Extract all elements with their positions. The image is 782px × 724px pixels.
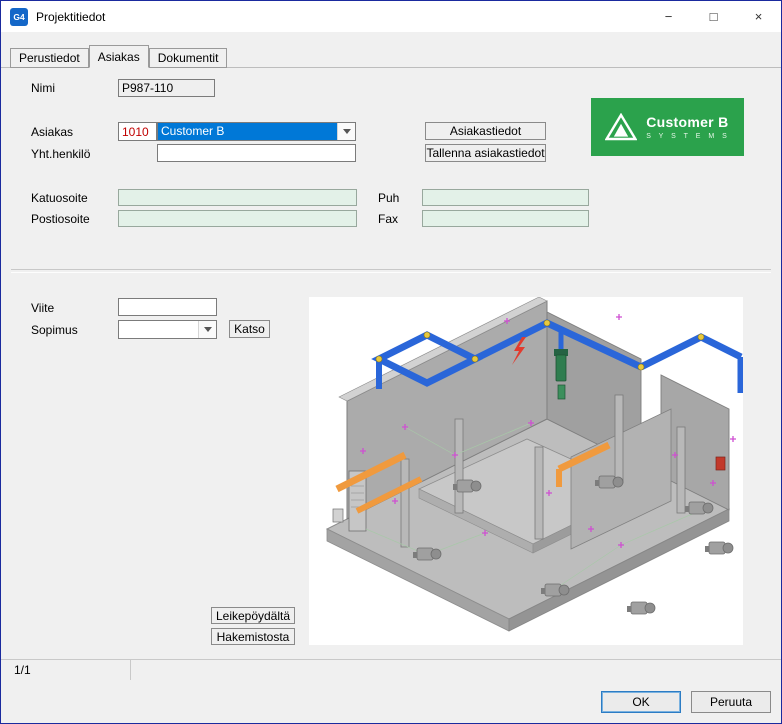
status-page-indicator: 1/1 <box>1 660 131 680</box>
nimi-label: Nimi <box>31 81 55 95</box>
title-bar[interactable]: G4 Projektitiedot − □ × <box>1 1 781 32</box>
logo-name: Customer B <box>646 114 730 130</box>
katuosoite-label: Katuosoite <box>31 191 88 205</box>
status-bar: 1/1 <box>1 659 781 680</box>
close-icon[interactable]: × <box>736 1 781 32</box>
chevron-down-icon[interactable] <box>198 321 216 338</box>
postiosoite-input[interactable] <box>118 210 357 227</box>
asiakas-selected-value: Customer B <box>158 123 337 140</box>
cancel-button[interactable]: Peruuta <box>691 691 771 713</box>
asiakastiedot-button[interactable]: Asiakastiedot <box>425 122 546 140</box>
sopimus-label: Sopimus <box>31 323 78 337</box>
asiakas-code-input[interactable] <box>118 122 157 141</box>
tab-asiakas[interactable]: Asiakas <box>89 45 149 68</box>
sopimus-selected-value <box>119 321 198 338</box>
3d-cad-image <box>309 297 743 645</box>
puh-input[interactable] <box>422 189 589 206</box>
maximize-icon[interactable]: □ <box>691 1 736 32</box>
asiakas-combobox[interactable]: Customer B <box>157 122 356 141</box>
dialog-projektitiedot: G4 Projektitiedot − □ × Perustiedot Asia… <box>0 0 782 724</box>
tab-dokumentit[interactable]: Dokumentit <box>149 48 228 68</box>
logo-text: Customer B S Y S T E M S <box>646 114 730 140</box>
viite-label: Viite <box>31 301 54 315</box>
postiosoite-label: Postiosoite <box>31 212 90 226</box>
app-icon-text: G4 <box>13 12 24 22</box>
fax-input[interactable] <box>422 210 589 227</box>
window-controls: − □ × <box>646 1 781 32</box>
tallenna-asiakastiedot-button[interactable]: Tallenna asiakastiedot <box>425 144 546 162</box>
leikepoydalta-button[interactable]: Leikepöydältä <box>211 607 295 624</box>
project-3d-preview <box>309 297 743 645</box>
minimize-icon[interactable]: − <box>646 1 691 32</box>
puh-label: Puh <box>378 191 399 205</box>
katso-button[interactable]: Katso <box>229 320 270 338</box>
chevron-down-icon[interactable] <box>337 123 355 140</box>
hakemistosta-button[interactable]: Hakemistosta <box>211 628 295 645</box>
logo-subtitle: S Y S T E M S <box>646 133 730 140</box>
sopimus-combobox[interactable] <box>118 320 217 339</box>
mountain-triangle-icon <box>605 113 637 141</box>
ok-button[interactable]: OK <box>601 691 681 713</box>
yhthenkilo-input[interactable] <box>157 144 356 162</box>
asiakas-label: Asiakas <box>31 125 73 139</box>
tab-strip: Perustiedot Asiakas Dokumentit <box>1 45 781 68</box>
viite-input[interactable] <box>118 298 217 316</box>
tab-perustiedot[interactable]: Perustiedot <box>10 48 89 68</box>
separator <box>11 269 771 273</box>
customer-logo: Customer B S Y S T E M S <box>591 98 744 156</box>
katuosoite-input[interactable] <box>118 189 357 206</box>
yhthenkilo-label: Yht.henkilö <box>31 147 90 161</box>
app-icon: G4 <box>10 8 28 26</box>
nimi-input[interactable] <box>118 79 215 97</box>
fax-label: Fax <box>378 212 398 226</box>
window-title: Projektitiedot <box>36 10 105 24</box>
